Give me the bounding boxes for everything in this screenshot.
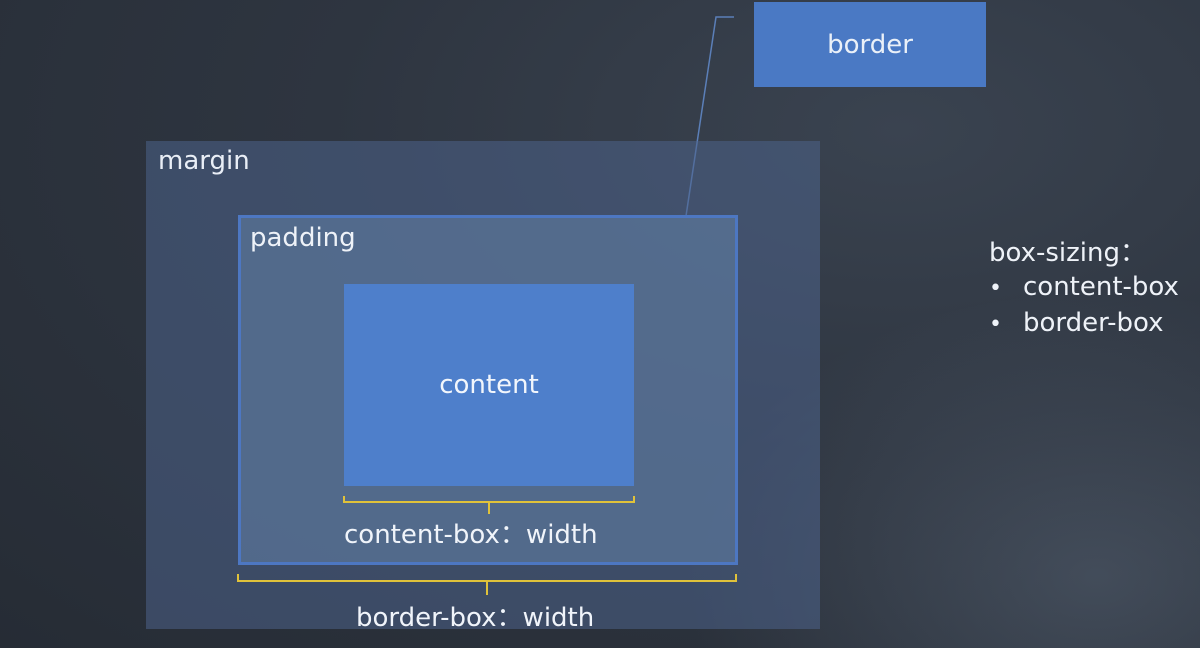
content-label: content: [439, 370, 539, 400]
box-sizing-options: • content-box • border-box: [989, 270, 1179, 342]
bullet-icon: •: [989, 312, 1002, 337]
border-callout: border: [754, 2, 986, 87]
box-sizing-panel: box-sizing： • content-box • border-box: [989, 236, 1179, 342]
content-box-width-label: content-box：width: [344, 520, 598, 550]
bullet-icon: •: [989, 276, 1002, 301]
content-box: content: [344, 284, 634, 486]
box-sizing-option-border-box: • border-box: [989, 306, 1179, 342]
border-box-width-label: border-box：width: [356, 603, 595, 633]
margin-label: margin: [158, 146, 250, 176]
box-sizing-option-label: border-box: [1023, 308, 1164, 338]
padding-label: padding: [250, 223, 356, 253]
box-sizing-option-content-box: • content-box: [989, 270, 1179, 306]
box-sizing-title: box-sizing：: [989, 238, 1147, 268]
box-sizing-option-label: content-box: [1023, 272, 1179, 302]
border-label: border: [827, 29, 913, 60]
